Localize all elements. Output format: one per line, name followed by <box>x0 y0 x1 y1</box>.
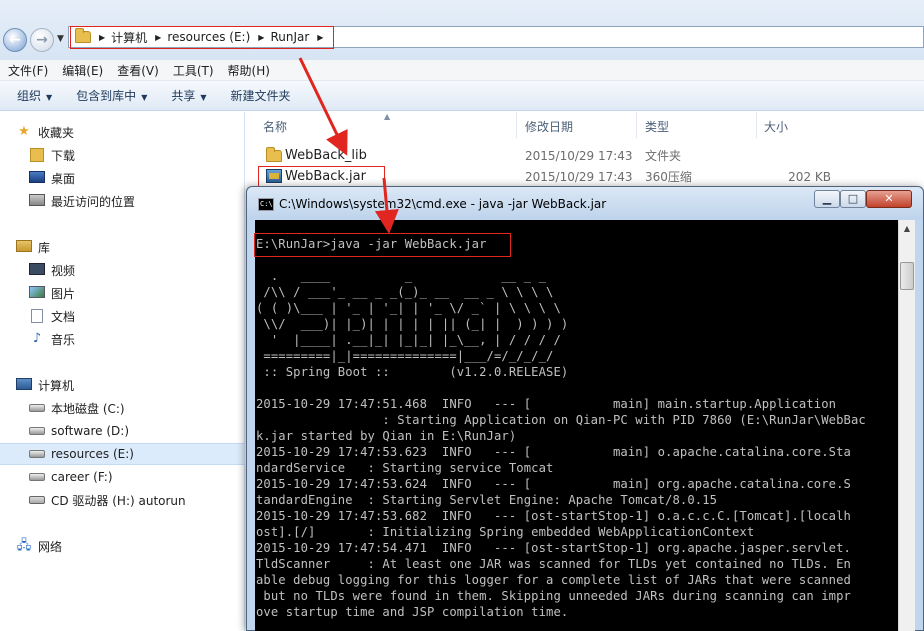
cmd-icon: C:\ <box>258 198 274 211</box>
sidebar-item-drive-h[interactable]: CD 驱动器 (H:) autorun <box>0 489 245 511</box>
sort-ascending-icon: ▲ <box>384 112 391 121</box>
document-icon <box>31 309 43 323</box>
column-divider[interactable] <box>516 112 517 138</box>
sidebar-label: 下载 <box>51 148 76 163</box>
chevron-down-icon: ▼ <box>46 93 53 102</box>
sidebar-item-network[interactable]: 🖧 网络 <box>0 535 245 557</box>
maximize-button[interactable]: □ <box>840 190 866 208</box>
desktop-icon <box>29 171 45 183</box>
sidebar-label: 桌面 <box>51 171 76 186</box>
file-date: 2015/10/29 17:43 <box>525 169 633 184</box>
hard-drive-icon <box>29 473 45 481</box>
hard-drive-icon <box>29 450 45 458</box>
sidebar-label: CD 驱动器 (H:) autorun <box>51 493 186 508</box>
music-note-icon: ♪ <box>32 331 42 346</box>
sidebar-label: resources (E:) <box>51 447 134 461</box>
download-folder-icon <box>30 148 44 162</box>
sidebar-label: 音乐 <box>51 332 76 347</box>
sidebar-label: career (F:) <box>51 470 113 484</box>
sidebar-label: 计算机 <box>38 378 75 393</box>
file-type: 360压缩 <box>645 170 692 184</box>
sidebar-label: 图片 <box>51 286 76 301</box>
menu-tools[interactable]: 工具(T) <box>173 62 214 79</box>
column-header-type[interactable]: 类型 <box>645 118 669 135</box>
cmd-window-title: C:\Windows\system32\cmd.exe - java -jar … <box>279 197 607 211</box>
sidebar-item-libraries[interactable]: 库 <box>0 236 245 258</box>
share-button[interactable]: 共享 ▼ <box>171 87 206 104</box>
scroll-up-icon[interactable]: ▲ <box>899 220 915 237</box>
sidebar-item-drive-d[interactable]: software (D:) <box>0 420 245 442</box>
sidebar-item-documents[interactable]: 文档 <box>0 305 245 327</box>
navigation-pane: ★ 收藏夹 下载 桌面 最近访问的位置 库 视频 图片 文档 ♪ 音乐 计算机 … <box>0 112 245 631</box>
organize-button[interactable]: 组织 ▼ <box>17 87 52 104</box>
new-folder-button[interactable]: 新建文件夹 <box>231 87 291 104</box>
sidebar-label: 最近访问的位置 <box>51 194 136 209</box>
sidebar-item-videos[interactable]: 视频 <box>0 259 245 281</box>
sidebar-item-desktop[interactable]: 桌面 <box>0 167 245 189</box>
back-button[interactable]: ← <box>3 28 27 52</box>
forward-button[interactable]: → <box>30 28 54 52</box>
chevron-down-icon: ▼ <box>141 93 148 102</box>
computer-icon <box>16 378 32 390</box>
annotation-box-command <box>254 233 511 257</box>
include-in-library-button[interactable]: 包含到库中 ▼ <box>76 87 147 104</box>
sidebar-item-drive-c[interactable]: 本地磁盘 (C:) <box>0 397 245 419</box>
cmd-title-bar[interactable]: C:\ C:\Windows\system32\cmd.exe - java -… <box>247 187 923 220</box>
console-output: E:\RunJar>java -jar WebBack.jar . ____ _… <box>256 237 866 619</box>
recent-places-icon <box>29 194 45 206</box>
sidebar-label: software (D:) <box>51 424 129 438</box>
menu-edit[interactable]: 编辑(E) <box>62 62 103 79</box>
sidebar-item-downloads[interactable]: 下载 <box>0 144 245 166</box>
column-divider[interactable] <box>756 112 757 138</box>
command-bar: 组织 ▼ 包含到库中 ▼ 共享 ▼ 新建文件夹 <box>0 81 924 111</box>
star-icon: ★ <box>18 124 30 139</box>
sidebar-item-recent-places[interactable]: 最近访问的位置 <box>0 190 245 212</box>
close-button[interactable]: ✕ <box>866 190 912 208</box>
picture-icon <box>29 286 45 298</box>
file-type: 文件夹 <box>645 149 682 163</box>
hard-drive-icon <box>29 404 45 412</box>
sidebar-item-computer[interactable]: 计算机 <box>0 374 245 396</box>
column-divider[interactable] <box>636 112 637 138</box>
network-icon: 🖧 <box>16 538 32 553</box>
sidebar-label: 库 <box>38 240 51 255</box>
annotation-box-address <box>70 26 334 49</box>
menu-file[interactable]: 文件(F) <box>8 62 48 79</box>
sidebar-label: 本地磁盘 (C:) <box>51 401 125 416</box>
menu-view[interactable]: 查看(V) <box>117 62 159 79</box>
include-in-library-label: 包含到库中 <box>76 89 137 103</box>
cd-drive-icon <box>29 496 45 504</box>
sidebar-item-drive-e[interactable]: resources (E:) <box>0 443 245 465</box>
video-icon <box>29 263 45 275</box>
sidebar-label: 网络 <box>38 539 63 554</box>
library-icon <box>16 240 32 252</box>
menu-help[interactable]: 帮助(H) <box>228 62 270 79</box>
file-date: 2015/10/29 17:43 <box>525 148 633 163</box>
chevron-down-icon: ▼ <box>200 93 207 102</box>
sidebar-item-pictures[interactable]: 图片 <box>0 282 245 304</box>
column-header-date[interactable]: 修改日期 <box>525 118 573 135</box>
organize-label: 组织 <box>17 89 42 103</box>
share-label: 共享 <box>171 89 196 103</box>
file-size: 202 KB <box>788 169 831 184</box>
file-name: WebBack_lib <box>285 148 367 163</box>
sidebar-label: 文档 <box>51 309 76 324</box>
minimize-button[interactable]: ▁ <box>814 190 840 208</box>
menu-bar: 文件(F) 编辑(E) 查看(V) 工具(T) 帮助(H) <box>0 60 924 81</box>
hard-drive-icon <box>29 427 45 435</box>
folder-icon <box>266 147 282 162</box>
sidebar-item-music[interactable]: ♪ 音乐 <box>0 328 245 350</box>
vertical-scrollbar[interactable]: ▲ <box>898 220 915 631</box>
scrollbar-thumb[interactable] <box>900 262 914 290</box>
column-header-name[interactable]: 名称 <box>263 118 287 135</box>
annotation-box-jar <box>258 166 385 187</box>
sidebar-label: 视频 <box>51 263 76 278</box>
sidebar-label: 收藏夹 <box>38 125 75 140</box>
column-header-size[interactable]: 大小 <box>764 118 788 135</box>
history-dropdown-icon[interactable]: ▼ <box>57 34 64 44</box>
file-row-webback-lib[interactable]: WebBack_lib 2015/10/29 17:43 文件夹 <box>256 145 924 166</box>
sidebar-item-drive-f[interactable]: career (F:) <box>0 466 245 488</box>
sidebar-item-favorites[interactable]: ★ 收藏夹 <box>0 121 245 143</box>
console-output-area[interactable]: E:\RunJar>java -jar WebBack.jar . ____ _… <box>255 220 898 631</box>
